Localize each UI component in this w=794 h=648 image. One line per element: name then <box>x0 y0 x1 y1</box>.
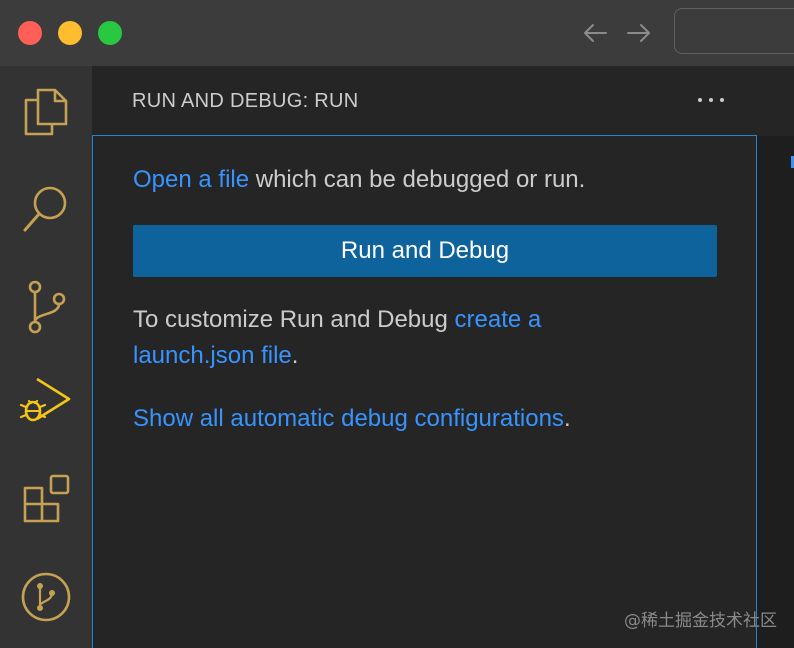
minimize-window-button[interactable] <box>58 21 82 45</box>
search-icon[interactable] <box>0 163 92 255</box>
run-and-debug-button[interactable]: Run and Debug <box>133 225 717 277</box>
show-all-message: Show all automatic debug configurations. <box>133 401 571 437</box>
customize-text: To customize Run and Debug <box>133 306 455 333</box>
go-forward-icon[interactable] <box>624 18 654 48</box>
run-debug-icon[interactable] <box>0 356 92 448</box>
activity-bar <box>0 66 92 648</box>
customize-message: To customize Run and Debug create a <box>133 302 541 338</box>
more-actions-icon[interactable] <box>696 88 726 112</box>
open-file-message: Open a file which can be debugged or run… <box>133 162 585 198</box>
sidebar-title: RUN AND DEBUG: RUN <box>132 90 359 112</box>
welcome-panel: Open a file which can be debugged or run… <box>92 135 757 648</box>
zoom-window-button[interactable] <box>98 21 122 45</box>
explorer-icon[interactable] <box>0 66 92 158</box>
editor-area <box>757 66 794 648</box>
command-center-search[interactable] <box>674 8 794 54</box>
customize-period: . <box>291 342 299 369</box>
watermark: @稀土掘金技术社区 <box>624 611 777 631</box>
open-file-link[interactable]: Open a file <box>133 166 249 193</box>
vscode-window: RUN AND DEBUG: RUN Open a file which can… <box>0 0 794 648</box>
git-graph-icon[interactable] <box>0 551 92 643</box>
editor-tab-bar <box>757 66 794 136</box>
create-launch-link-part-2[interactable]: launch.json file <box>133 342 292 369</box>
customize-message-line-2: launch.json file. <box>133 338 298 374</box>
run-debug-sidebar: RUN AND DEBUG: RUN Open a file which can… <box>92 66 757 648</box>
extensions-icon[interactable] <box>0 453 92 545</box>
create-launch-link-part-1[interactable]: create a <box>455 306 542 333</box>
show-all-configurations-link[interactable]: Show all automatic debug configurations <box>133 405 564 432</box>
title-bar <box>0 0 794 66</box>
source-control-icon[interactable] <box>0 261 92 353</box>
close-window-button[interactable] <box>18 21 42 45</box>
show-all-period: . <box>563 405 571 432</box>
open-file-text: which can be debugged or run. <box>249 166 586 193</box>
go-back-icon[interactable] <box>580 18 610 48</box>
